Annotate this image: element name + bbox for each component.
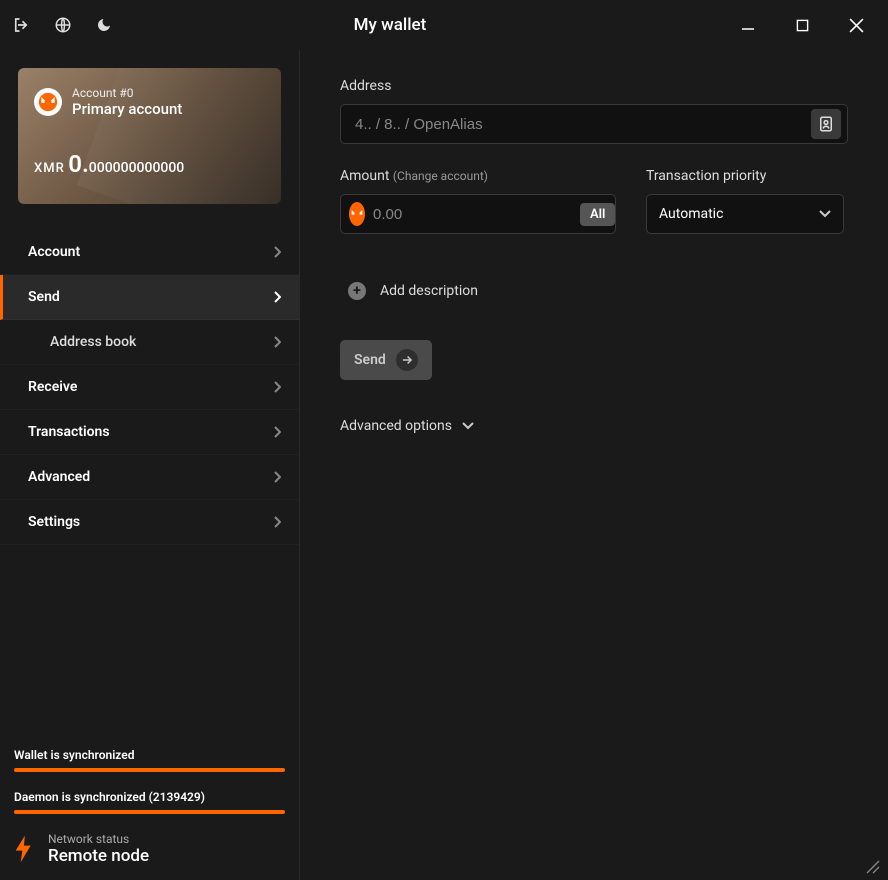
chevron-right-icon	[273, 246, 281, 258]
priority-column: Transaction priority Automatic	[646, 168, 844, 234]
network-label: Network status	[48, 832, 149, 846]
logout-icon[interactable]	[12, 16, 30, 34]
chevron-down-icon	[462, 422, 474, 430]
maximize-button[interactable]	[782, 9, 822, 41]
sidebar-nav: Account Send Address book Receive Transa…	[0, 230, 299, 545]
chevron-down-icon	[819, 210, 831, 218]
address-label: Address	[340, 78, 848, 94]
send-button-label: Send	[354, 352, 386, 368]
nav-transactions[interactable]: Transactions	[0, 410, 299, 455]
balance: XMR 0.000000000000	[34, 150, 265, 178]
window-title: My wallet	[52, 15, 728, 35]
priority-value: Automatic	[659, 206, 723, 222]
change-account-link[interactable]: (Change account)	[393, 169, 488, 183]
nav-label: Send	[28, 289, 60, 305]
chevron-right-icon	[273, 381, 281, 393]
add-description-button[interactable]: + Add description	[340, 282, 848, 300]
nav-label: Advanced	[28, 469, 90, 485]
account-text: Account #0 Primary account	[72, 86, 182, 118]
close-button[interactable]	[836, 9, 876, 41]
daemon-sync-label: Daemon is synchronized (2139429)	[14, 790, 285, 804]
address-input[interactable]	[355, 116, 811, 133]
nav-address-book[interactable]: Address book	[0, 320, 299, 365]
plus-circle-icon: +	[348, 282, 366, 300]
daemon-sync-bar	[14, 810, 285, 814]
address-input-wrap	[340, 104, 848, 144]
send-button[interactable]: Send	[340, 340, 432, 380]
resize-handle-icon[interactable]	[866, 860, 880, 874]
amount-label: Amount (Change account)	[340, 168, 616, 184]
nav-label: Account	[28, 244, 80, 260]
account-name: Primary account	[72, 100, 182, 118]
nav-send[interactable]: Send	[0, 275, 299, 320]
sidebar-bottom: Wallet is synchronized Daemon is synchro…	[0, 728, 299, 880]
chevron-right-icon	[273, 336, 281, 348]
amount-all-button[interactable]: All	[580, 203, 615, 226]
window-controls	[728, 9, 876, 41]
bolt-icon	[14, 835, 34, 863]
send-panel: Address Amount (Change account) All	[300, 50, 888, 880]
wallet-sync-bar	[14, 768, 285, 772]
priority-label: Transaction priority	[646, 168, 844, 184]
nav-account[interactable]: Account	[0, 230, 299, 275]
advanced-options-toggle[interactable]: Advanced options	[340, 418, 848, 434]
network-value: Remote node	[48, 846, 149, 866]
sidebar: Account #0 Primary account XMR 0.0000000…	[0, 50, 300, 880]
titlebar: My wallet	[0, 0, 888, 50]
amount-column: Amount (Change account) All	[340, 168, 616, 234]
nav-advanced[interactable]: Advanced	[0, 455, 299, 500]
wallet-sync-label: Wallet is synchronized	[14, 748, 285, 762]
nav-label: Transactions	[28, 424, 110, 440]
balance-decimal: 000000000000	[89, 160, 184, 176]
nav-label: Receive	[28, 379, 77, 395]
monero-icon	[349, 202, 365, 226]
amount-input-wrap: All	[340, 194, 616, 234]
nav-receive[interactable]: Receive	[0, 365, 299, 410]
balance-integer: 0.	[68, 150, 89, 178]
priority-select[interactable]: Automatic	[646, 194, 844, 234]
nav-label: Address book	[50, 334, 136, 350]
account-card[interactable]: Account #0 Primary account XMR 0.0000000…	[18, 68, 281, 204]
nav-label: Settings	[28, 514, 80, 530]
add-description-label: Add description	[380, 283, 478, 299]
amount-input[interactable]	[373, 206, 572, 223]
arrow-right-circle-icon	[396, 349, 418, 371]
currency-label: XMR	[34, 161, 65, 176]
account-number: Account #0	[72, 86, 182, 100]
chevron-right-icon	[273, 516, 281, 528]
amount-label-text: Amount	[340, 168, 389, 184]
address-book-button[interactable]	[811, 109, 841, 139]
minimize-button[interactable]	[728, 9, 768, 41]
chevron-right-icon	[273, 426, 281, 438]
nav-settings[interactable]: Settings	[0, 500, 299, 545]
chevron-right-icon	[273, 291, 281, 303]
monero-logo-icon	[34, 88, 62, 116]
network-text: Network status Remote node	[48, 832, 149, 866]
advanced-options-label: Advanced options	[340, 418, 452, 434]
network-status[interactable]: Network status Remote node	[14, 832, 285, 866]
chevron-right-icon	[273, 471, 281, 483]
